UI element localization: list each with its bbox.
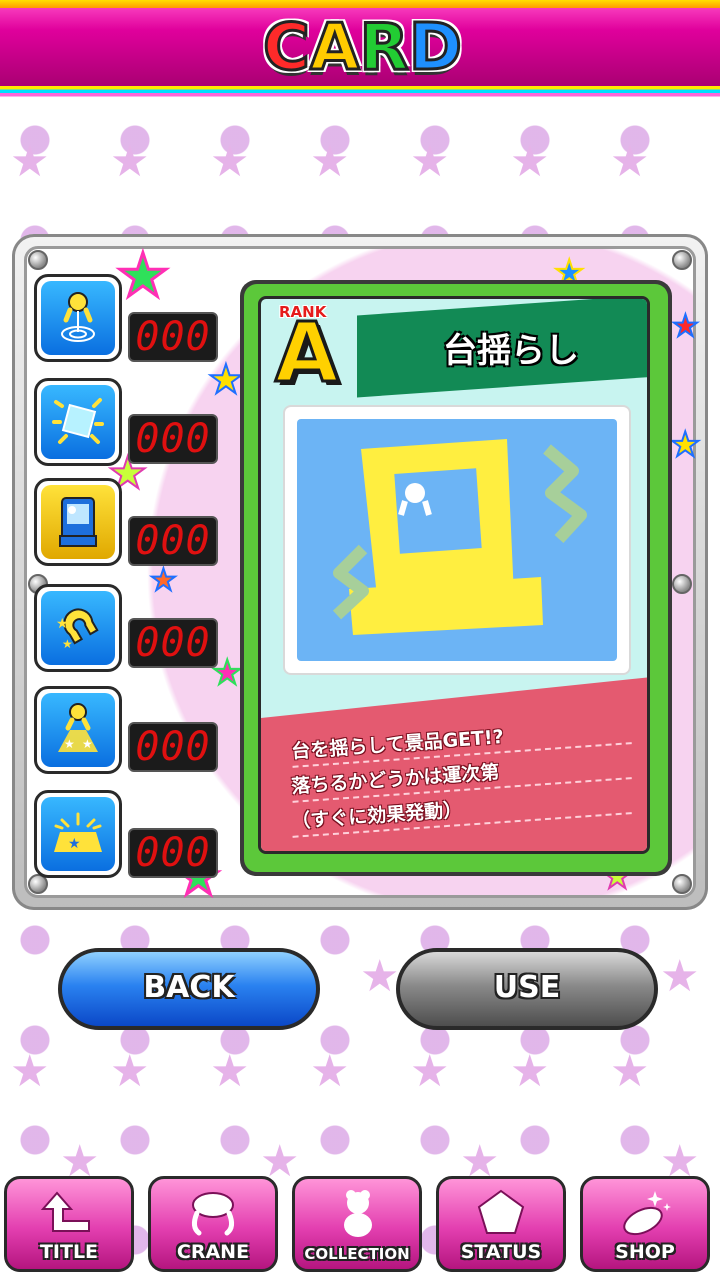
svg-text:★: ★ [82, 737, 93, 751]
shaking-machine-icon [59, 497, 97, 547]
rank-value: A [273, 306, 339, 401]
star-icon: ★ [310, 1046, 350, 1097]
star-icon: ★ [410, 136, 450, 187]
claw-target-icon [61, 292, 95, 342]
card-art [297, 419, 617, 661]
star-icon: ★ [10, 136, 50, 187]
star-icon: ★ [510, 136, 550, 187]
use-button[interactable]: USE [396, 948, 658, 1030]
pentagon-icon [477, 1189, 525, 1234]
star-icon: ★ [610, 1046, 650, 1097]
bolt-icon [672, 874, 692, 894]
shaking-machine-icon [332, 439, 587, 635]
svg-text:★: ★ [68, 836, 81, 852]
star-icon: ★ [110, 136, 150, 187]
card-count: 000 [128, 722, 218, 772]
return-arrow-icon [40, 1191, 90, 1232]
crane-claw-icon [191, 1192, 235, 1236]
card-name: 台揺らし [443, 331, 579, 371]
star-icon: ★ [210, 1046, 250, 1097]
nav-label: CRANE [176, 1241, 250, 1263]
star-icon: ★ [660, 951, 700, 1002]
claw-spotlight-icon: ★ ★ [58, 703, 98, 752]
nav-title-button[interactable]: TITLE [4, 1176, 134, 1272]
prize-burst-icon: ★ [54, 812, 102, 852]
nav-label: COLLECTION [304, 1245, 410, 1263]
nav-status-button[interactable]: STATUS [436, 1176, 566, 1272]
star-icon: ★ [410, 1046, 450, 1097]
card-count: 000 [128, 516, 218, 566]
card-slot-claw-spotlight[interactable]: ★ ★ [34, 686, 122, 774]
nav-collection-button[interactable]: COLLECTION [292, 1176, 422, 1272]
star-icon: ★ [207, 357, 245, 403]
card-count: 000 [128, 618, 218, 668]
bolt-icon [672, 574, 692, 594]
header-bar: C A R D [0, 0, 720, 100]
title-letter: D [407, 11, 463, 85]
card-count: 000 [128, 828, 218, 878]
sparkle-box-icon [52, 398, 104, 444]
star-icon: ★ [671, 309, 700, 344]
nav-crane-button[interactable]: CRANE [148, 1176, 278, 1272]
magnet-icon: ★ ★ [56, 608, 99, 651]
nav-shop-button[interactable]: SHOP [580, 1176, 710, 1272]
card-slot-sparkle-box[interactable] [34, 378, 122, 466]
star-icon: ★ [110, 1046, 150, 1097]
teddy-bear-icon [344, 1190, 372, 1237]
star-icon: ★ [310, 136, 350, 187]
nav-label: TITLE [39, 1241, 99, 1263]
card-description: 台を揺らして景品GET!? 落ちるかどうかは運次第 （すぐに効果発動） [290, 709, 632, 838]
card-art-frame [285, 407, 629, 673]
card-slot-shaking-machine[interactable] [34, 478, 122, 566]
card-count: 000 [128, 414, 218, 464]
star-icon: ★ [669, 425, 702, 465]
card-count: 000 [128, 312, 218, 362]
nav-label: SHOP [615, 1241, 675, 1263]
back-button[interactable]: BACK [58, 948, 320, 1030]
page-title: C A R D [240, 4, 485, 92]
selected-card: 台揺らし RANK A 台を揺らして景品GET!? 落ちるかどうかは運次第 （す… [240, 280, 672, 876]
coin-sparkle-icon [623, 1191, 671, 1236]
svg-text:★: ★ [64, 737, 75, 751]
title-letter: C [262, 11, 312, 85]
star-icon: ★ [610, 136, 650, 187]
card-face: 台揺らし RANK A 台を揺らして景品GET!? 落ちるかどうかは運次第 （す… [258, 296, 650, 854]
star-icon: ★ [149, 563, 178, 598]
nav-label: STATUS [460, 1241, 542, 1263]
star-icon: ★ [10, 1046, 50, 1097]
title-letter: R [358, 11, 410, 85]
card-slot-magnet[interactable]: ★ ★ [34, 584, 122, 672]
svg-text:★: ★ [62, 637, 73, 651]
star-icon: ★ [360, 951, 400, 1002]
svg-text:★: ★ [56, 616, 69, 632]
bolt-icon [28, 250, 48, 270]
card-slot-prize-burst[interactable]: ★ [34, 790, 122, 878]
card-slot-claw-target[interactable] [34, 274, 122, 362]
bolt-icon [672, 250, 692, 270]
star-icon: ★ [510, 1046, 550, 1097]
star-icon: ★ [210, 136, 250, 187]
star-icon: ★ [115, 241, 172, 311]
title-letter: A [309, 11, 362, 85]
